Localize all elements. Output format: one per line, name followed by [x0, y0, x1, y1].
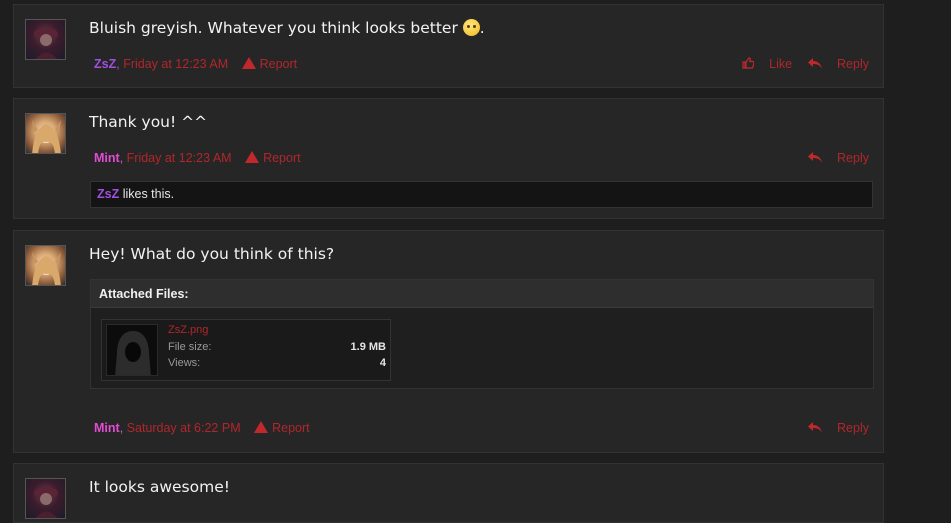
avatar[interactable] — [25, 245, 66, 286]
post-actions: Like Reply — [730, 57, 869, 71]
post-meta: Mint, Saturday at 6:22 PM Report — [94, 421, 310, 435]
reply-button[interactable]: Reply — [807, 57, 869, 71]
avatar[interactable] — [25, 113, 66, 154]
author-link[interactable]: Mint — [94, 151, 120, 165]
emoji-smile-icon — [462, 19, 480, 36]
post-date-link[interactable]: Friday at 12:23 AM — [123, 57, 228, 71]
reply-button[interactable]: Reply — [807, 151, 869, 165]
warning-icon — [241, 57, 256, 69]
warning-icon — [254, 421, 269, 433]
likes-summary: ZsZ likes this. — [90, 181, 873, 208]
thumbs-up-icon — [742, 57, 755, 69]
post-message: It looks awesome! — [89, 478, 230, 496]
avatar[interactable] — [25, 478, 66, 519]
post-actions: Reply — [796, 151, 869, 165]
reply-button[interactable]: Reply — [807, 421, 869, 435]
post-actions: Reply — [796, 421, 869, 435]
reply-arrow-icon — [807, 422, 822, 433]
attachment-views-row: Views: 4 — [168, 357, 386, 369]
warning-icon — [245, 151, 260, 163]
post-meta: Mint, Friday at 12:23 AM Report — [94, 151, 301, 165]
attached-files-title: Attached Files: — [91, 280, 873, 308]
liker-link[interactable]: ZsZ — [97, 187, 119, 201]
post-message: Thank you! ^^ — [89, 113, 208, 131]
post-message: Bluish greyish. Whatever you think looks… — [89, 19, 485, 37]
post: Bluish greyish. Whatever you think looks… — [13, 4, 884, 88]
post-date-link[interactable]: Friday at 12:23 AM — [127, 151, 232, 165]
reply-arrow-icon — [807, 58, 822, 69]
attachment-filename[interactable]: ZsZ.png — [168, 324, 208, 336]
report-link[interactable]: Report — [241, 57, 297, 71]
attachment-thumbnail[interactable] — [106, 324, 158, 376]
author-link[interactable]: ZsZ — [94, 57, 116, 71]
post: Hey! What do you think of this? Attached… — [13, 230, 884, 453]
report-link[interactable]: Report — [245, 151, 301, 165]
attachment-size-row: File size: 1.9 MB — [168, 341, 386, 353]
avatar[interactable] — [25, 19, 66, 60]
post: Thank you! ^^ Mint, Friday at 12:23 AM R… — [13, 98, 884, 219]
post-message: Hey! What do you think of this? — [89, 245, 335, 263]
attachment-item[interactable]: ZsZ.png File size: 1.9 MB Views: 4 — [101, 319, 391, 381]
author-link[interactable]: Mint — [94, 421, 120, 435]
post: It looks awesome! — [13, 463, 884, 523]
attached-files: Attached Files: ZsZ.png File size: 1.9 M… — [90, 279, 874, 389]
post-date-link[interactable]: Saturday at 6:22 PM — [127, 421, 241, 435]
post-meta: ZsZ, Friday at 12:23 AM Report — [94, 57, 298, 71]
hooded-figure-thumbnail — [107, 325, 157, 375]
report-link[interactable]: Report — [254, 421, 310, 435]
reply-arrow-icon — [807, 152, 822, 163]
like-button[interactable]: Like — [742, 57, 796, 71]
